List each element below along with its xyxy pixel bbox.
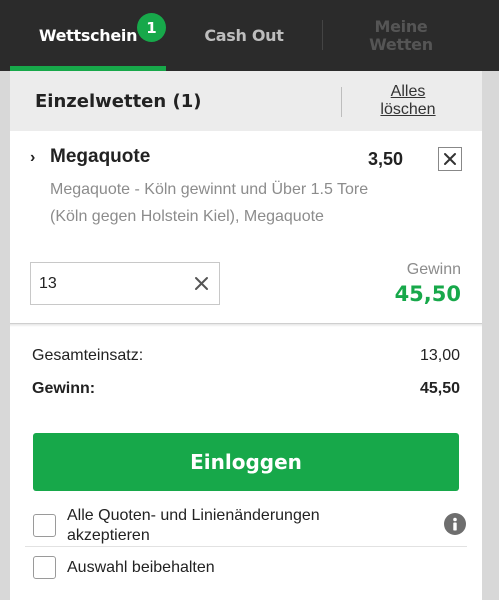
remove-bet-button[interactable] (438, 147, 462, 171)
keep-selection-checkbox[interactable] (33, 556, 56, 579)
betslip-count-badge: 1 (137, 13, 166, 42)
options-divider (25, 546, 467, 547)
login-button[interactable]: Einloggen (33, 433, 459, 491)
accept-odds-changes-label: Alle Quoten- und Linienänderungen akzept… (67, 507, 320, 544)
bet-description: Megaquote - Köln gewinnt und Über 1.5 To… (50, 181, 369, 225)
win-label: Gewinn (406, 261, 461, 278)
win-value: 45,50 (394, 282, 461, 306)
accept-odds-changes-checkbox[interactable] (33, 514, 56, 537)
summary-total-row: Gesamteinsatz: 13,00 (32, 347, 460, 365)
total-stake-value: 13,00 (419, 347, 460, 364)
total-win-value: 45,50 (419, 380, 460, 397)
clear-stake-button[interactable] (191, 273, 211, 293)
tab-cashout[interactable]: Cash Out (166, 0, 322, 71)
info-icon[interactable] (444, 513, 466, 535)
page-gutter (482, 71, 499, 600)
keep-selection-label: Auswahl beibehalten (67, 559, 215, 576)
chevron-right-icon[interactable]: › (30, 149, 35, 167)
header-divider (341, 87, 342, 117)
bet-name: Megaquote (50, 146, 151, 167)
stake-input[interactable]: 13 (30, 262, 220, 305)
info-glyph (453, 517, 457, 531)
bet-odds: 3,50 (368, 149, 404, 169)
login-button-label: Einloggen (190, 450, 302, 474)
tab-my-bets[interactable]: Meine Wetten (323, 0, 479, 71)
clear-all-link[interactable]: Alles löschen (358, 83, 458, 119)
summary-win-row: Gewinn: 45,50 (32, 380, 460, 398)
section-divider (10, 323, 482, 327)
betslip-panel: Einzelwetten (1) Alles löschen › Megaquo… (10, 71, 482, 600)
tab-cashout-label: Cash Out (204, 26, 284, 45)
total-win-label: Gewinn: (32, 380, 96, 397)
section-header: Einzelwetten (1) Alles löschen (10, 71, 482, 131)
stake-value: 13 (39, 275, 57, 292)
total-stake-label: Gesamteinsatz: (32, 347, 144, 364)
section-title: Einzelwetten (1) (35, 91, 202, 112)
tab-my-bets-label: Meine Wetten (369, 16, 433, 54)
tab-betslip-label: Wettschein (38, 26, 138, 45)
tab-bar: Wettschein 1 Cash Out Meine Wetten (0, 0, 499, 71)
close-icon (194, 276, 208, 290)
close-icon (444, 153, 456, 165)
